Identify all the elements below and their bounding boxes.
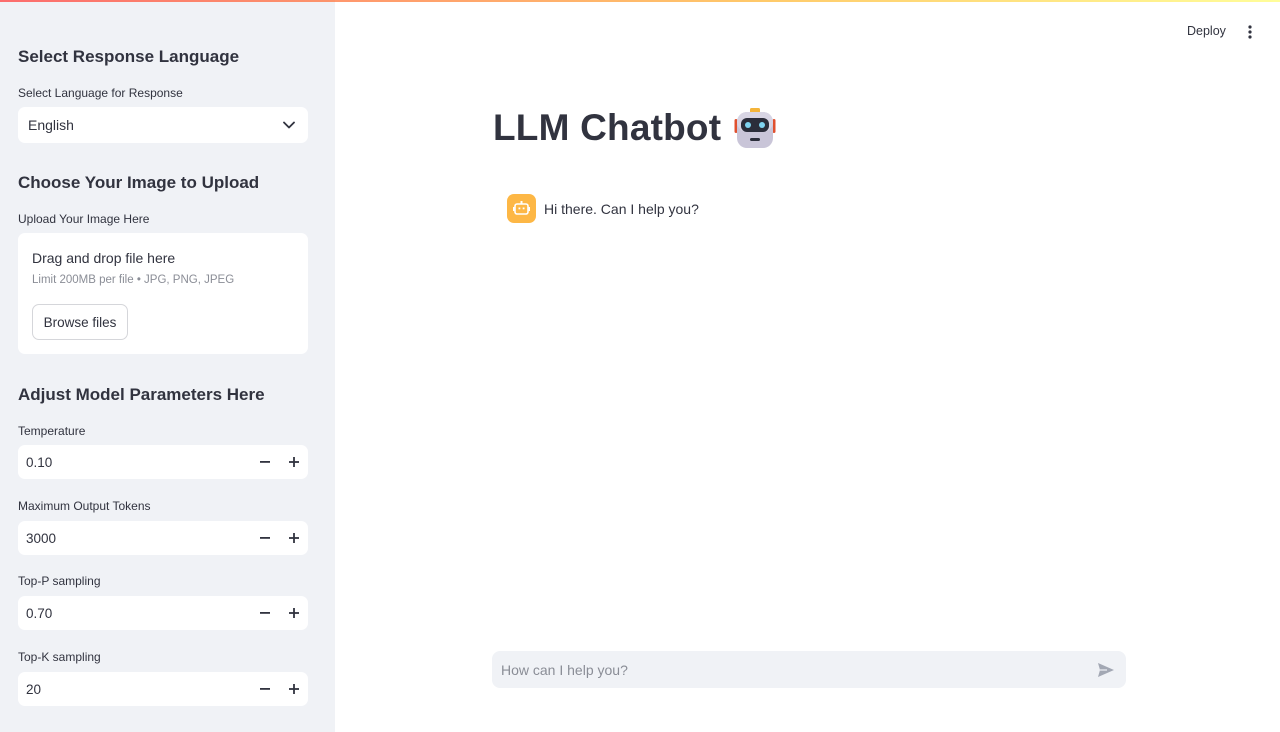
max-tokens-value[interactable]: 3000	[18, 531, 250, 546]
upload-label: Upload Your Image Here	[18, 212, 150, 226]
minus-icon	[259, 537, 270, 539]
page-title: LLM Chatbot	[493, 106, 777, 150]
minus-icon	[259, 461, 270, 463]
top-k-input[interactable]: 20	[18, 672, 308, 706]
temperature-increment-button[interactable]	[279, 445, 308, 479]
top-k-label: Top-K sampling	[18, 650, 101, 664]
bot-icon	[513, 201, 530, 215]
deploy-button[interactable]: Deploy	[1187, 24, 1226, 38]
send-icon[interactable]	[1096, 660, 1116, 680]
top-p-value[interactable]: 0.70	[18, 606, 250, 621]
chat-input[interactable]: How can I help you?	[492, 651, 1126, 688]
page-title-text: LLM Chatbot	[493, 107, 722, 148]
top-p-input[interactable]: 0.70	[18, 596, 308, 630]
plus-icon	[288, 457, 299, 467]
top-decoration-bar	[0, 0, 1280, 2]
vertical-dots-icon[interactable]	[1241, 22, 1259, 42]
minus-icon	[259, 612, 270, 614]
top-k-value[interactable]: 20	[18, 682, 250, 697]
chat-message-text: Hi there. Can I help you?	[544, 200, 699, 217]
language-section-heading: Select Response Language	[18, 47, 240, 66]
minus-icon	[259, 688, 270, 690]
temperature-label: Temperature	[18, 424, 86, 438]
assistant-avatar	[507, 194, 536, 223]
plus-icon	[288, 533, 299, 543]
top-k-increment-button[interactable]	[279, 672, 308, 706]
temperature-input[interactable]: 0.10	[18, 445, 308, 479]
robot-icon	[733, 106, 777, 150]
max-tokens-label: Maximum Output Tokens	[18, 499, 151, 513]
chat-message: Hi there. Can I help you?	[507, 194, 699, 223]
chevron-down-icon	[282, 118, 296, 132]
file-dropzone[interactable]: Drag and drop file here Limit 200MB per …	[18, 233, 308, 354]
params-section-heading: Adjust Model Parameters Here	[18, 385, 265, 404]
max-tokens-increment-button[interactable]	[279, 521, 308, 555]
max-tokens-input[interactable]: 3000	[18, 521, 308, 555]
upload-section-heading: Choose Your Image to Upload	[18, 173, 260, 192]
top-p-increment-button[interactable]	[279, 596, 308, 630]
plus-icon	[288, 608, 299, 618]
top-p-label: Top-P sampling	[18, 574, 101, 588]
plus-icon	[288, 684, 299, 694]
dropzone-title: Drag and drop file here	[32, 250, 176, 266]
language-select[interactable]: English	[18, 107, 308, 143]
dropzone-limit-text: Limit 200MB per file • JPG, PNG, JPEG	[32, 274, 235, 286]
sidebar: Select Response Language Select Language…	[0, 0, 335, 732]
language-select-value: English	[28, 117, 74, 133]
top-p-decrement-button[interactable]	[250, 596, 279, 630]
language-select-label: Select Language for Response	[18, 86, 183, 100]
temperature-decrement-button[interactable]	[250, 445, 279, 479]
chat-input-placeholder[interactable]: How can I help you?	[501, 662, 1096, 678]
temperature-value[interactable]: 0.10	[18, 455, 250, 470]
top-k-decrement-button[interactable]	[250, 672, 279, 706]
browse-files-button[interactable]: Browse files	[32, 304, 128, 340]
max-tokens-decrement-button[interactable]	[250, 521, 279, 555]
